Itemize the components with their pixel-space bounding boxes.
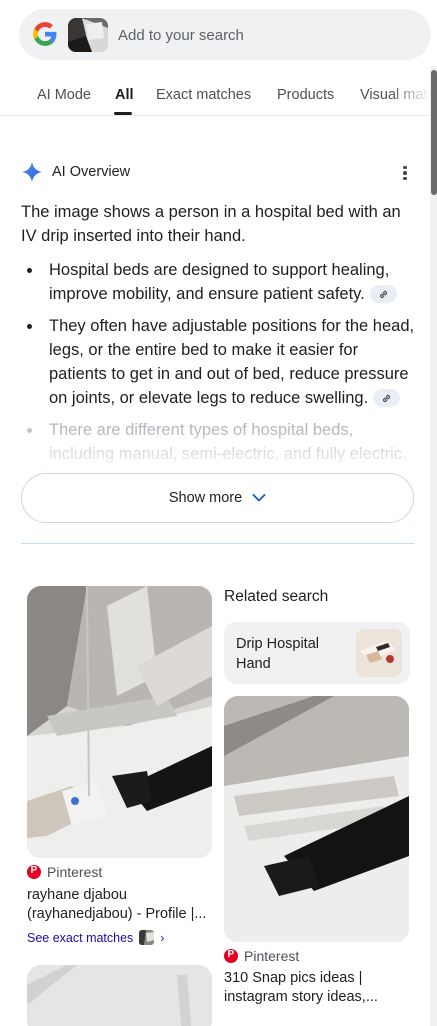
search-bar[interactable] <box>19 9 431 60</box>
show-more-label: Show more <box>168 490 243 506</box>
result-image-right[interactable] <box>224 696 409 942</box>
related-search-label: Drip Hospital Hand <box>236 636 319 672</box>
more-options-icon[interactable] <box>398 164 412 182</box>
ai-bullet: Hospital beds are designed to support he… <box>21 258 416 306</box>
pinterest-icon <box>27 865 41 879</box>
google-logo-icon[interactable] <box>32 21 58 47</box>
scrollbar-track[interactable] <box>430 66 437 1026</box>
result-source-left[interactable]: Pinterest <box>27 864 102 880</box>
chevron-right-icon: › <box>160 930 165 945</box>
related-search-thumbnail <box>356 629 402 677</box>
content-fade <box>0 430 430 470</box>
tabs-fade <box>390 80 430 115</box>
result-source-name: Pinterest <box>244 948 300 964</box>
section-divider <box>21 543 414 544</box>
ai-overview-title: AI Overview <box>52 164 131 180</box>
tab-ai-mode[interactable]: AI Mode <box>37 87 91 103</box>
search-tabs: AI Mode All Exact matches Products Visua… <box>0 80 430 116</box>
result-title-right[interactable]: 310 Snap pics ideas | instagram story id… <box>224 969 414 1007</box>
source-link-icon[interactable] <box>373 388 401 407</box>
source-link-icon[interactable] <box>369 284 397 303</box>
result-title-left[interactable]: rayhane djabou (rayhanedjabou) - Profile… <box>27 886 212 924</box>
see-exact-matches-link[interactable]: See exact matches › <box>27 930 164 945</box>
tab-all[interactable]: All <box>115 87 134 103</box>
tab-products[interactable]: Products <box>277 87 334 103</box>
see-exact-matches-label: See exact matches <box>27 930 134 945</box>
ai-overview-intro: The image shows a person in a hospital b… <box>21 203 401 245</box>
chevron-down-icon <box>252 494 266 502</box>
ai-bullet-text: Hospital beds are designed to support he… <box>49 261 390 303</box>
exact-match-thumbnail <box>139 930 155 945</box>
result-image-left[interactable] <box>27 586 212 858</box>
pinterest-icon <box>224 949 238 963</box>
result-source-right[interactable]: Pinterest <box>224 948 299 964</box>
scrollbar-thumb[interactable] <box>431 70 437 195</box>
ai-overview-header: AI Overview <box>21 160 130 184</box>
show-more-button[interactable]: Show more <box>21 473 414 523</box>
related-search-chip[interactable]: Drip Hospital Hand <box>224 622 410 684</box>
ai-bullet: They often have adjustable positions for… <box>21 314 416 410</box>
gemini-sparkle-icon <box>21 161 43 183</box>
related-search-heading: Related search <box>224 588 329 605</box>
ai-bullet-text: They often have adjustable positions for… <box>49 317 415 407</box>
tab-exact-matches[interactable]: Exact matches <box>156 87 251 103</box>
result-image-bottom-left[interactable] <box>27 965 212 1026</box>
query-image-thumbnail[interactable] <box>68 18 108 52</box>
active-tab-indicator <box>114 112 132 115</box>
result-source-name: Pinterest <box>47 864 103 880</box>
search-input[interactable] <box>118 23 398 47</box>
